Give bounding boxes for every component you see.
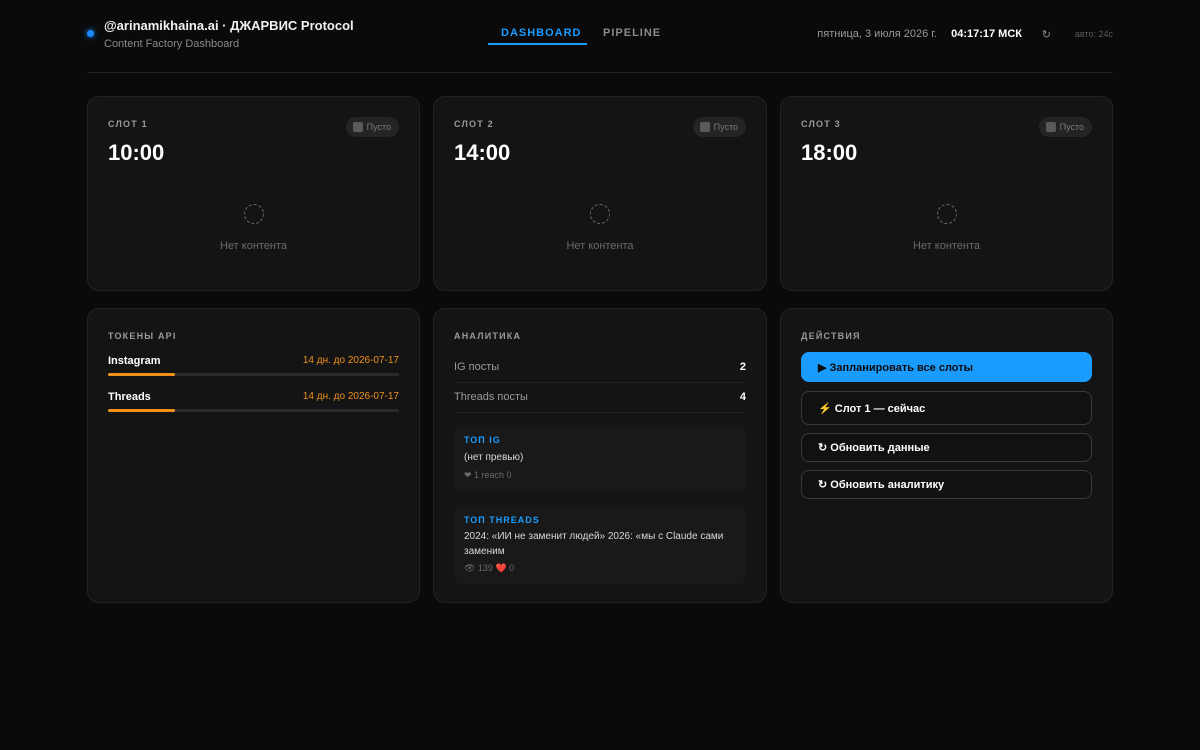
stat-value: 2 <box>739 361 746 373</box>
empty-content-text: Нет контента <box>912 240 981 252</box>
token-name: Threads <box>108 391 151 403</box>
top-ig-preview: (нет превью) <box>464 452 524 463</box>
slot-time: 10:00 <box>108 140 165 165</box>
current-time: 04:17:17 МСК <box>951 28 1022 40</box>
token-name: Instagram <box>108 355 161 367</box>
tokens-title: ТОКЕНЫ API <box>108 331 177 341</box>
slot-time: 18:00 <box>801 140 858 165</box>
slot-card-3: СЛОТ 3 Пусто 18:00 Нет контента <box>780 96 1113 291</box>
current-date: пятница, 3 июля 2026 г. <box>817 28 937 40</box>
active-tab-indicator <box>488 43 587 45</box>
stat-row-threads-posts: Threads посты 4 <box>454 383 746 413</box>
actions-card: ДЕЙСТВИЯ ▶ Запланировать все слоты ⚡ Сло… <box>780 308 1113 603</box>
stat-value: 4 <box>739 391 746 403</box>
top-threads-metrics: 👁 139 ❤️ 0 <box>464 563 515 573</box>
refresh-data-button[interactable]: ↻ Обновить данные <box>801 433 1092 462</box>
slot-label: СЛОТ 1 <box>108 119 148 129</box>
token-progress-bar <box>108 373 399 376</box>
empty-status-icon <box>1045 122 1056 132</box>
token-progress-fill <box>108 373 175 376</box>
status-badge-label: Пусто <box>366 122 391 132</box>
status-badge: Пусто <box>345 117 399 137</box>
status-badge: Пусто <box>692 117 746 137</box>
stat-label: Threads посты <box>454 391 528 403</box>
token-progress-fill <box>108 409 175 412</box>
slot-label: СЛОТ 2 <box>454 119 494 129</box>
status-badge-label: Пусто <box>713 122 738 132</box>
token-row-instagram: Instagram 14 дн. до 2026-07-17 <box>108 355 399 379</box>
slot-card-2: СЛОТ 2 Пусто 14:00 Нет контента <box>433 96 767 291</box>
empty-status-icon <box>699 122 710 132</box>
app-subtitle: Content Factory Dashboard <box>104 38 240 50</box>
token-expiry: 14 дн. до 2026-07-17 <box>302 355 399 366</box>
run-slot-1-now-button[interactable]: ⚡ Слот 1 — сейчас <box>801 391 1092 425</box>
tokens-card: ТОКЕНЫ API Instagram 14 дн. до 2026-07-1… <box>87 308 420 603</box>
analytics-card: АНАЛИТИКА IG посты 2 Threads посты 4 ТОП… <box>433 308 767 603</box>
loading-spinner-icon <box>936 204 957 224</box>
loading-spinner-icon <box>243 204 264 224</box>
stat-row-ig-posts: IG посты 2 <box>454 353 746 383</box>
app-title: @arinamikhaina.ai · ДЖАРВИС Protocol <box>104 18 354 33</box>
token-progress-bar <box>108 409 399 412</box>
slot-label: СЛОТ 3 <box>801 119 841 129</box>
auto-refresh-countdown: авто: 24с <box>1074 29 1113 39</box>
top-threads-post[interactable]: ТОП THREADS 2024: «ИИ не заменит людей» … <box>454 505 746 584</box>
top-threads-preview: 2024: «ИИ не заменит людей» 2026: «мы с … <box>464 531 724 557</box>
top-ig-metrics: ❤ 1 reach 0 <box>464 470 512 480</box>
status-badge-label: Пусто <box>1059 122 1084 132</box>
stat-label: IG посты <box>454 361 500 373</box>
token-expiry: 14 дн. до 2026-07-17 <box>302 391 399 402</box>
token-row-threads: Threads 14 дн. до 2026-07-17 <box>108 391 399 415</box>
slot-card-1: СЛОТ 1 Пусто 10:00 Нет контента <box>87 96 420 291</box>
slot-time: 14:00 <box>454 140 511 165</box>
top-threads-title: ТОП THREADS <box>464 515 540 525</box>
top-ig-post[interactable]: ТОП IG (нет превью) ❤ 1 reach 0 <box>454 425 746 491</box>
status-badge: Пусто <box>1038 117 1092 137</box>
top-ig-title: ТОП IG <box>464 435 501 445</box>
empty-content-text: Нет контента <box>566 240 634 252</box>
schedule-all-slots-button[interactable]: ▶ Запланировать все слоты <box>801 352 1092 382</box>
status-indicator-icon <box>87 30 94 37</box>
loading-spinner-icon <box>590 204 610 224</box>
app-header: @arinamikhaina.ai · ДЖАРВИС Protocol Con… <box>87 0 1113 73</box>
actions-title: ДЕЙСТВИЯ <box>801 331 861 341</box>
refresh-icon[interactable]: ↻ <box>1042 28 1051 41</box>
empty-status-icon <box>352 122 363 132</box>
tab-dashboard[interactable]: DASHBOARD <box>501 27 582 39</box>
refresh-analytics-button[interactable]: ↻ Обновить аналитику <box>801 470 1092 499</box>
analytics-title: АНАЛИТИКА <box>454 331 522 341</box>
tab-pipeline[interactable]: PIPELINE <box>603 27 661 39</box>
empty-content-text: Нет контента <box>219 240 288 252</box>
